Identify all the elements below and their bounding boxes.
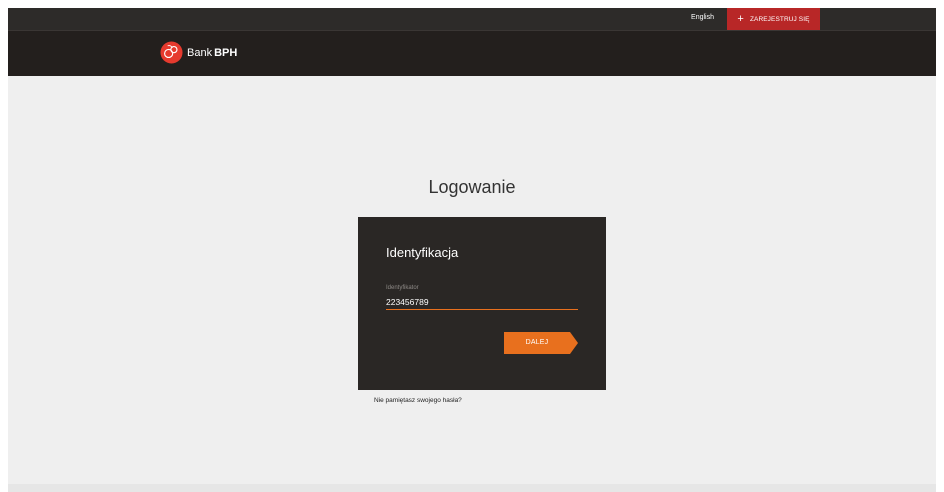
page-title: Logowanie [428, 177, 516, 197]
logo-text-regular: Bank [187, 46, 213, 59]
register-label: ZAREJESTRUJ SIĘ [749, 15, 810, 23]
register-button[interactable]: + ZAREJESTRUJ SIĘ [727, 8, 820, 30]
page: English + ZAREJESTRUJ SIĘ Bank BPH Logowa… [8, 8, 936, 492]
identifier-label: Identyfikator [386, 285, 419, 291]
footer-divider [8, 484, 936, 492]
card-heading: Identyfikacja [386, 245, 459, 260]
forgot-password-link[interactable]: Nie pamiętasz swojego hasła? [374, 397, 462, 404]
logo-text: Bank BPH [187, 47, 237, 59]
identifier-input[interactable] [386, 294, 578, 310]
header: Bank BPH [8, 30, 936, 76]
next-button[interactable]: DALEJ [504, 332, 578, 354]
next-label: DALEJ [525, 339, 549, 346]
plus-icon: + [737, 12, 744, 25]
language-link[interactable]: English [691, 14, 714, 21]
bph-logo-icon [160, 41, 183, 64]
top-bar: English + ZAREJESTRUJ SIĘ [8, 8, 936, 30]
logo-text-bold: BPH [214, 46, 238, 59]
login-card: Identyfikacja Identyfikator DALEJ [358, 217, 606, 390]
bank-logo[interactable]: Bank BPH [160, 41, 237, 64]
